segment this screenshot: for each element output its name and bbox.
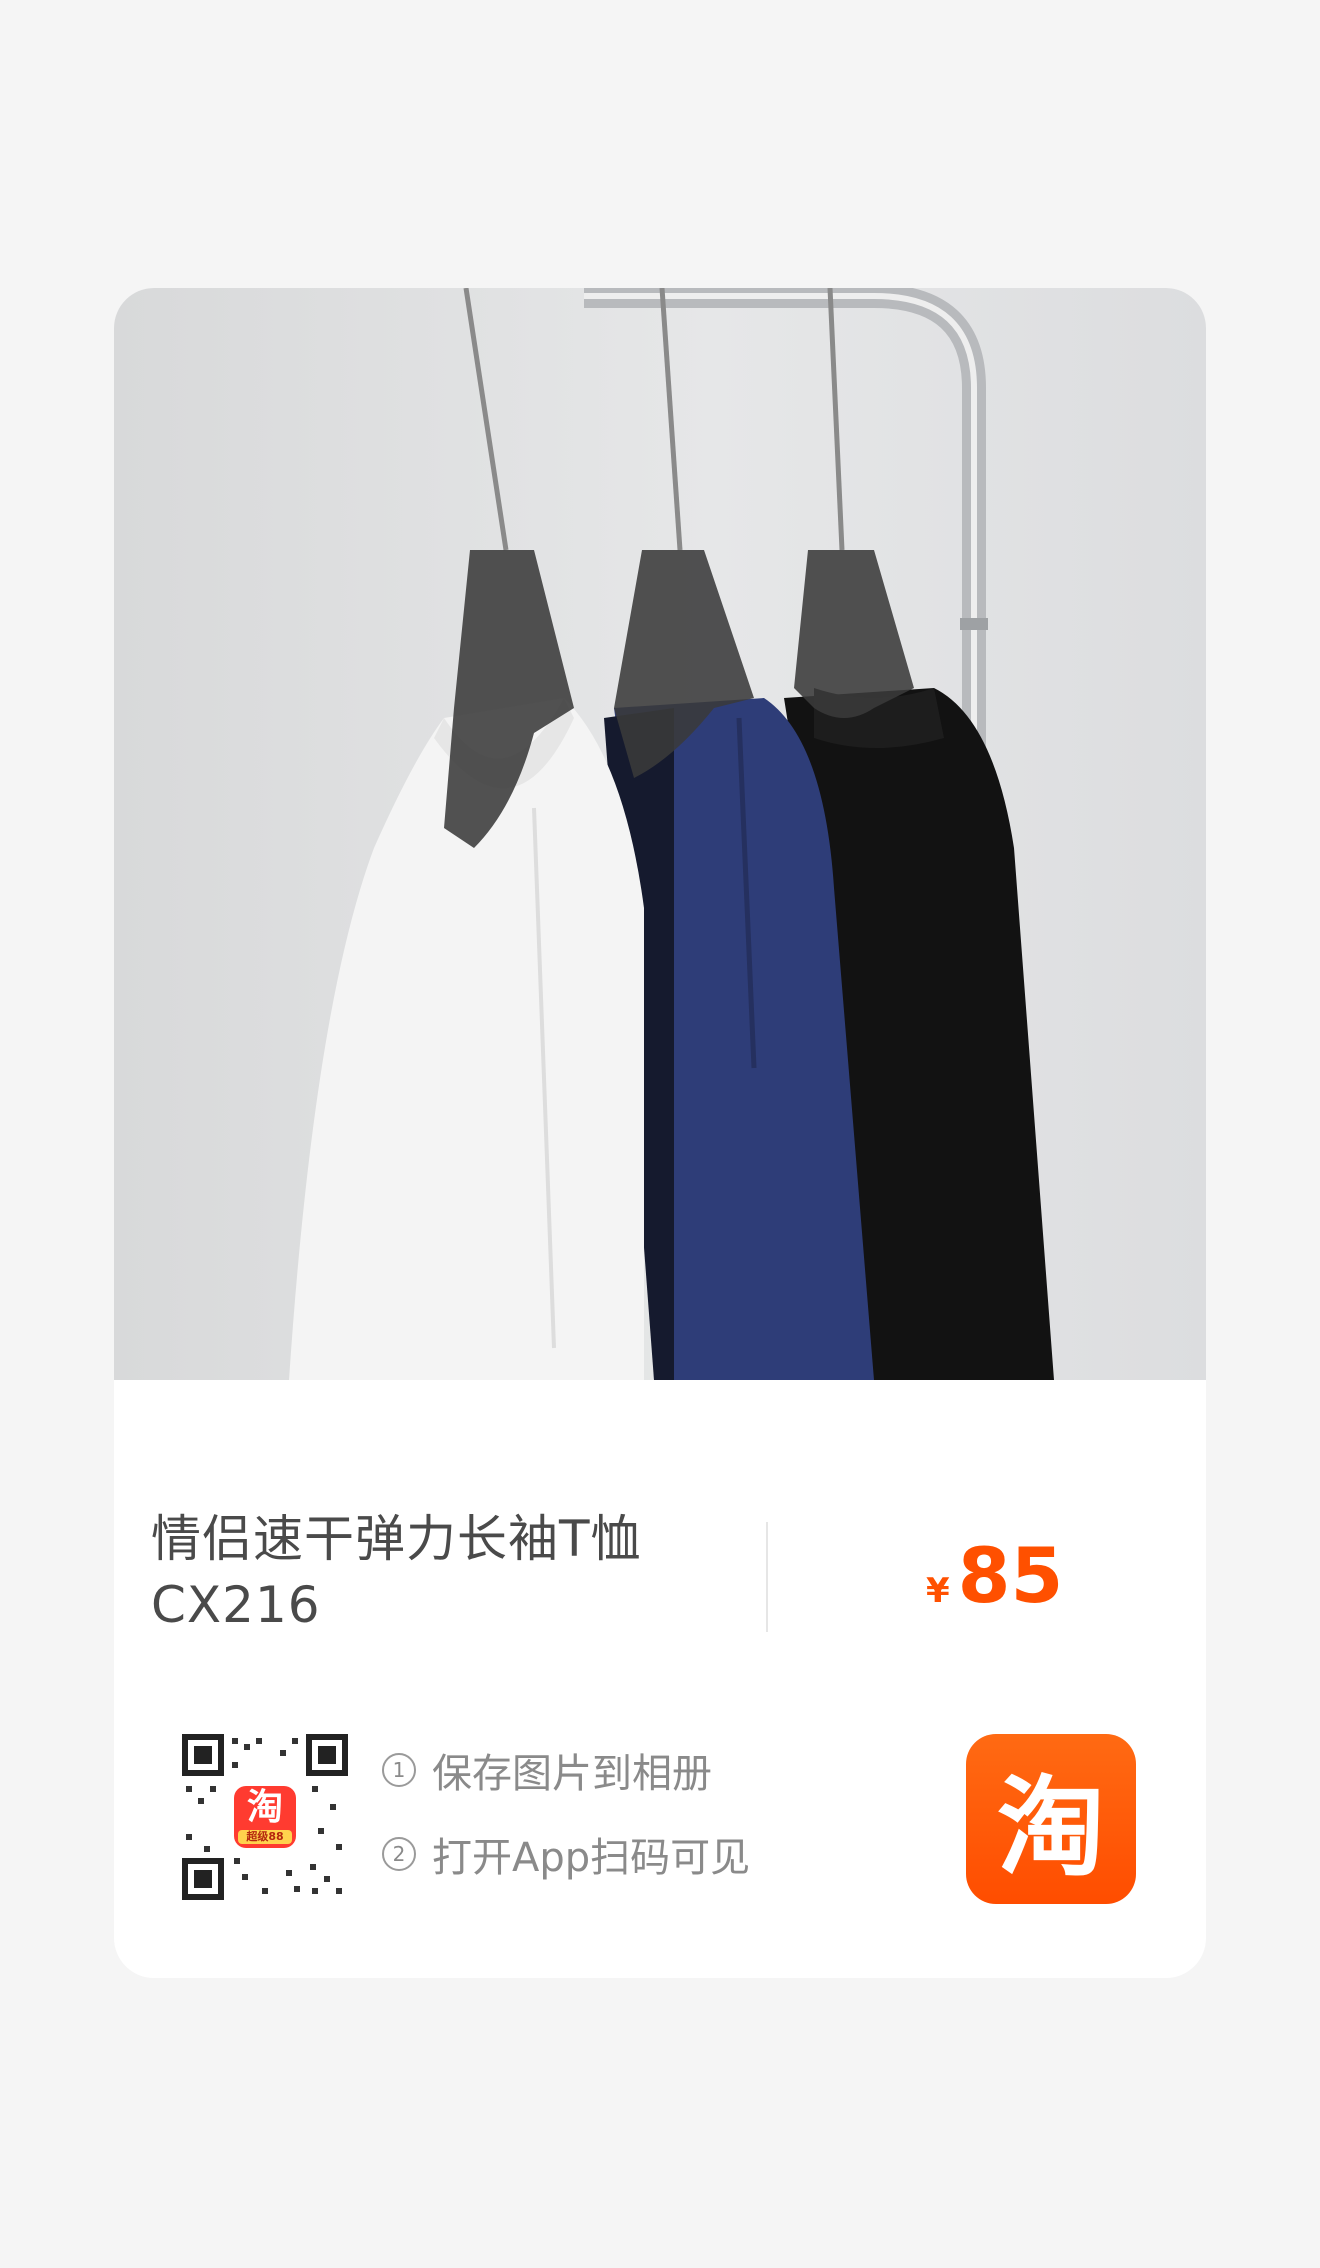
step-open-app: 2 打开App扫码可见	[382, 1824, 750, 1884]
hanger-hook-2	[659, 288, 683, 551]
taobao-app-icon[interactable]: 淘	[966, 1734, 1136, 1904]
step-1-badge: 1	[382, 1753, 416, 1787]
qr-center-logo-glyph: 淘	[246, 1787, 283, 1828]
product-title[interactable]: 情侣速干弹力长袖T恤 CX216	[151, 1506, 741, 1638]
qr-finder-top-right	[306, 1734, 348, 1776]
qr-finder-bottom-left	[182, 1858, 224, 1900]
product-photo	[114, 288, 1206, 1380]
vertical-divider	[766, 1522, 768, 1632]
hanger-3	[794, 550, 914, 718]
taobao-glyph: 淘	[996, 1766, 1105, 1891]
share-instructions: 1 保存图片到相册 2 打开App扫码可见	[382, 1740, 750, 1908]
hanger-hook-1	[463, 288, 509, 551]
qr-finder-top-left	[182, 1734, 224, 1776]
rack-joint	[960, 618, 988, 630]
qr-center-logo-caption: 超级88	[246, 1830, 284, 1843]
step-1-text: 保存图片到相册	[432, 1751, 712, 1797]
hanger-hook-3	[827, 288, 845, 551]
product-share-card: 情侣速干弹力长袖T恤 CX216 ¥ 85 淘 超级88 1 保存图片到相册 2…	[114, 288, 1206, 1978]
garments-illustration	[289, 288, 1054, 1380]
currency-symbol: ¥	[926, 1571, 950, 1611]
product-price: ¥ 85	[926, 1536, 1063, 1616]
price-value: 85	[957, 1531, 1064, 1620]
step-2-badge: 2	[382, 1837, 416, 1871]
step-save-image: 1 保存图片到相册	[382, 1740, 750, 1800]
qr-code[interactable]: 淘 超级88	[182, 1734, 348, 1900]
step-2-text: 打开App扫码可见	[432, 1835, 751, 1881]
